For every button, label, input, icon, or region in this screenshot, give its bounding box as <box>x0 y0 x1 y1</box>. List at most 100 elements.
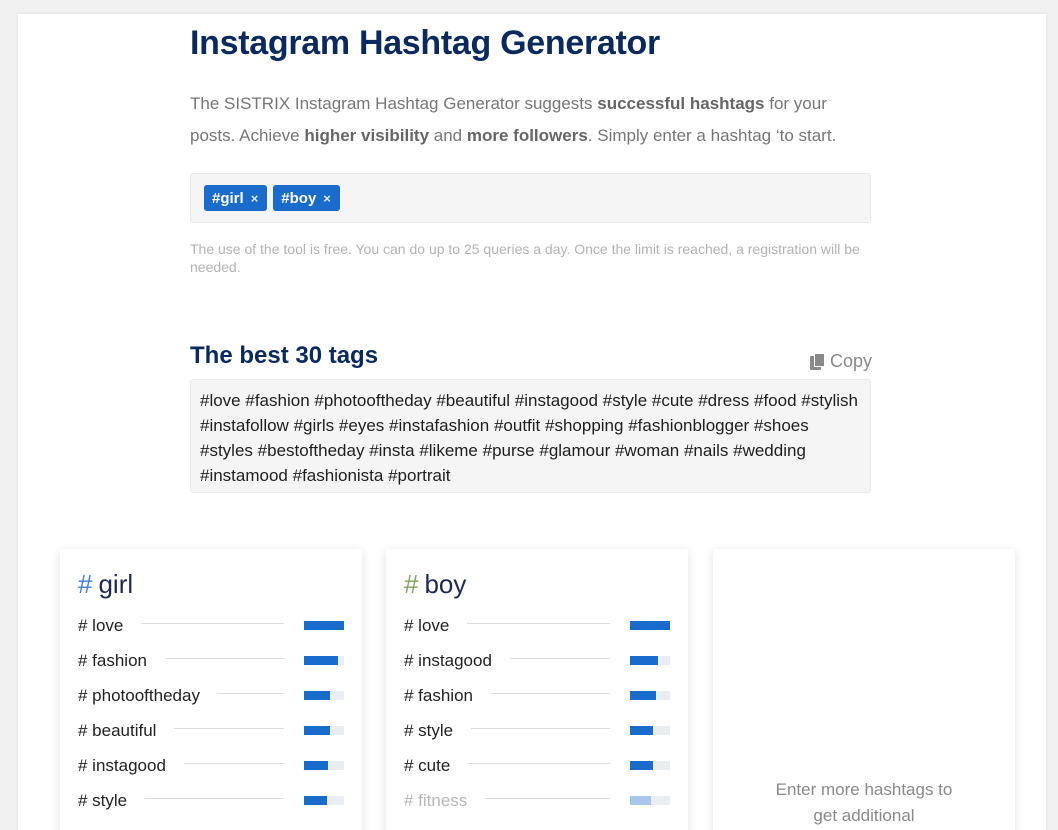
relevance-bar-fill <box>630 796 651 805</box>
hashtag-card-boy: # boy # love # instagood # fashion # style # … <box>386 549 688 830</box>
best-tag: #woman <box>614 441 680 460</box>
relevance-bar <box>304 656 344 665</box>
card-title: # girl <box>78 569 133 600</box>
intro-emphasis: higher visibility <box>304 126 430 145</box>
relevance-bar <box>304 761 344 770</box>
hint-line-2: get additional <box>813 806 915 825</box>
tag-row[interactable]: # style <box>78 783 344 818</box>
row-divider <box>217 693 284 694</box>
relevance-bar-fill <box>630 621 670 630</box>
row-divider <box>141 623 284 624</box>
row-divider <box>485 798 610 799</box>
best-tags-box[interactable]: #love #fashion #photooftheday #beautiful… <box>190 379 871 493</box>
intro-text: The SISTRIX Instagram Hashtag Generator … <box>190 88 872 152</box>
best-tag: #styles <box>200 441 253 460</box>
best-tag: #glamour <box>539 441 611 460</box>
copy-button[interactable]: Copy <box>809 351 872 372</box>
hashtag-input[interactable]: #girl × #boy × <box>190 173 871 223</box>
best-tag: #insta <box>369 441 415 460</box>
tag-row[interactable]: # fitness <box>404 783 670 818</box>
relevance-bar-fill <box>304 761 328 770</box>
relevance-bar-fill <box>304 621 344 630</box>
tag-row-label: # love <box>78 615 124 635</box>
relevance-bar-fill <box>630 656 658 665</box>
row-divider <box>468 763 610 764</box>
best-tag: #purse <box>482 441 535 460</box>
tag-row[interactable]: # love <box>78 608 344 643</box>
relevance-bar <box>630 621 670 630</box>
relevance-bar <box>304 726 344 735</box>
row-divider <box>467 623 610 624</box>
intro-segment: The SISTRIX Instagram Hashtag Generator … <box>190 94 598 113</box>
best-tag: #wedding <box>733 441 806 460</box>
tag-row[interactable]: # instagood <box>78 748 344 783</box>
tag-row-label: # beautiful <box>78 720 157 740</box>
card-title-text: boy <box>424 569 467 599</box>
card-rows: # love # fashion # photooftheday # beautifu… <box>78 608 344 818</box>
relevance-bar <box>630 656 670 665</box>
relevance-bar-fill <box>304 726 330 735</box>
remove-icon[interactable]: × <box>323 191 331 206</box>
row-divider <box>174 728 284 729</box>
relevance-bar <box>630 691 670 700</box>
best-tag: #stylish <box>801 391 858 410</box>
tag-row[interactable]: # love <box>404 608 670 643</box>
best-tag: #fashionblogger <box>628 416 750 435</box>
row-divider <box>165 658 284 659</box>
best-tag: #instagood <box>514 391 598 410</box>
tag-row[interactable]: # beautiful <box>78 713 344 748</box>
best-tag: #photooftheday <box>314 391 432 410</box>
row-divider <box>183 763 284 764</box>
tag-row[interactable]: # photooftheday <box>78 678 344 713</box>
tag-row[interactable]: # fashion <box>404 678 670 713</box>
tag-row-label: # fashion <box>78 650 147 670</box>
tag-row[interactable]: # style <box>404 713 670 748</box>
best-tag: #eyes <box>338 416 385 435</box>
row-divider <box>509 658 610 659</box>
usage-note: The use of the tool is free. You can do … <box>190 241 860 275</box>
page: Instagram Hashtag Generator The SISTRIX … <box>18 14 1046 830</box>
best-tag: #shoes <box>753 416 809 435</box>
relevance-bar-fill <box>630 691 656 700</box>
copy-icon <box>809 353 825 370</box>
card-title-text: girl <box>98 569 134 599</box>
tag-row-label: # love <box>404 615 450 635</box>
best-tag: #bestoftheday <box>257 441 365 460</box>
best-tag: #dress <box>698 391 750 410</box>
row-divider <box>145 798 284 799</box>
hashtag-chip[interactable]: #girl × <box>204 185 268 211</box>
hash-icon: # <box>78 569 93 599</box>
tag-row[interactable]: # instagood <box>404 643 670 678</box>
tag-row-label: # instagood <box>404 650 492 670</box>
best-tag: #beautiful <box>436 391 511 410</box>
intro-segment: and <box>429 126 467 145</box>
tag-row[interactable]: # cute <box>404 748 670 783</box>
best-tag: #cute <box>651 391 694 410</box>
tag-row-label: # instagood <box>78 755 166 775</box>
tag-row[interactable]: # fashion <box>78 643 344 678</box>
relevance-bar-fill <box>630 726 654 735</box>
enter-more-hint: Enter more hashtags to get additional <box>713 777 1015 829</box>
best-tag: #food <box>753 391 797 410</box>
card-rows: # love # instagood # fashion # style # cute #… <box>404 608 670 818</box>
best-tag: #fashion <box>245 391 310 410</box>
row-divider <box>471 728 610 729</box>
best-tag: #likeme <box>419 441 478 460</box>
tag-row-label: # photooftheday <box>78 685 200 705</box>
best-tag: #portrait <box>388 466 451 485</box>
intro-emphasis: more followers <box>466 126 588 145</box>
relevance-bar <box>304 796 344 805</box>
best-tag: #fashionista <box>292 466 384 485</box>
best-tags-heading: The best 30 tags <box>190 342 379 369</box>
relevance-bar-fill <box>304 796 328 805</box>
remove-icon[interactable]: × <box>251 191 259 206</box>
best-tag: #shopping <box>545 416 624 435</box>
hint-line-1: Enter more hashtags to <box>775 780 953 799</box>
tag-row-label: # style <box>404 720 454 740</box>
relevance-bar-fill <box>304 691 330 700</box>
hashtag-chip[interactable]: #boy × <box>273 185 340 211</box>
intro-segment: . Simply enter a hashtag ‘to start. <box>587 126 837 145</box>
best-tag: #outfit <box>493 416 541 435</box>
placeholder-card: Enter more hashtags to get additional <box>713 549 1015 830</box>
best-tag: #nails <box>683 441 729 460</box>
